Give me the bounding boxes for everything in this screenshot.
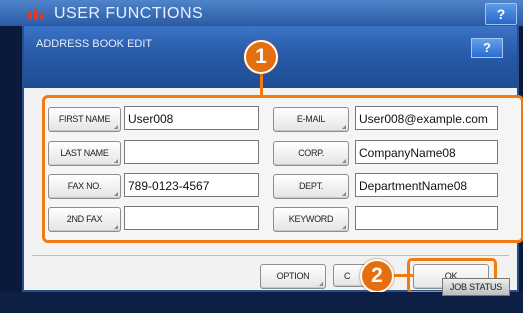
dept-field[interactable]: DepartmentName08	[355, 173, 498, 197]
outer-title-bar: USER FUNCTIONS ?	[0, 0, 523, 26]
option-button[interactable]: OPTION	[260, 264, 326, 289]
job-status-button[interactable]: JOB STATUS	[442, 278, 510, 296]
callout-1-marker: 1	[244, 40, 278, 74]
fax-no-button[interactable]: FAX NO.	[48, 174, 121, 199]
keyword-field[interactable]	[355, 206, 498, 230]
second-fax-button[interactable]: 2ND FAX	[48, 207, 121, 232]
keyword-button[interactable]: KEYWORD	[273, 207, 349, 232]
dept-button[interactable]: DEPT.	[273, 174, 349, 199]
callout-2-marker: 2	[360, 259, 394, 293]
outer-title: USER FUNCTIONS	[54, 5, 204, 22]
email-button[interactable]: E-MAIL	[273, 107, 349, 132]
first-name-button[interactable]: FIRST NAME	[48, 107, 121, 132]
last-name-button[interactable]: LAST NAME	[48, 141, 121, 166]
footer-divider	[32, 255, 509, 256]
email-field[interactable]: User008@example.com	[355, 106, 498, 130]
corp-field[interactable]: CompanyName08	[355, 140, 498, 164]
corp-button[interactable]: CORP.	[273, 141, 349, 166]
first-name-field[interactable]: User008	[124, 106, 259, 130]
outer-help-button[interactable]: ?	[485, 3, 517, 25]
app-icon	[28, 9, 44, 20]
dialog-help-button[interactable]: ?	[471, 38, 503, 58]
fax-no-field[interactable]: 789-0123-4567	[124, 173, 259, 197]
last-name-field[interactable]	[124, 140, 259, 164]
second-fax-field[interactable]	[124, 206, 259, 230]
dialog-title: ADDRESS BOOK EDIT	[36, 38, 153, 50]
